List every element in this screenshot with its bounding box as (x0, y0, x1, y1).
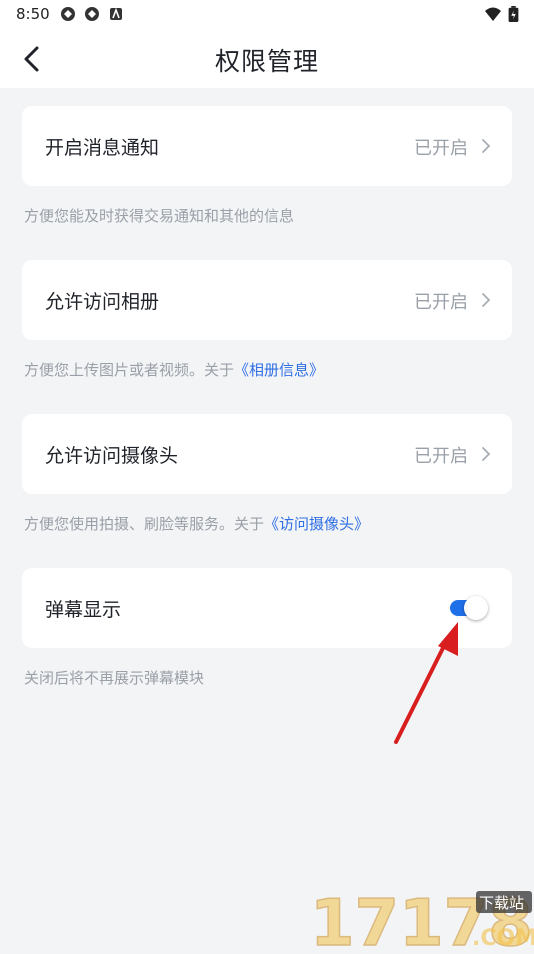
camera-permission-row[interactable]: 允许访问摄像头 已开启 (22, 414, 512, 494)
notification-hint: 方便您能及时获得交易通知和其他的信息 (24, 207, 295, 225)
svg-text:.COM: .COM (472, 926, 534, 950)
danmaku-hint: 关闭后将不再展示弹幕模块 (24, 669, 205, 687)
status-time: 8:50 (16, 5, 50, 23)
row-label: 弹幕显示 (45, 599, 122, 621)
annotation-arrow-icon (394, 622, 458, 744)
row-status: 已开启 (414, 292, 468, 313)
row-label: 允许访问摄像头 (45, 445, 179, 467)
camera-info-link[interactable]: 《访问摄像头》 (264, 515, 369, 533)
chevron-right-icon (482, 447, 491, 461)
wifi-icon (485, 7, 501, 21)
status-bar: 8:50 (0, 0, 534, 30)
album-hint: 方便您上传图片或者视频。关于《相册信息》 (24, 359, 324, 380)
battery-icon (508, 6, 519, 22)
row-label: 开启消息通知 (45, 137, 160, 159)
hint-text: 方便您使用拍摄、刷脸等服务。关于 (24, 515, 265, 533)
album-info-link[interactable]: 《相册信息》 (234, 361, 324, 379)
app-notification-icon (110, 7, 122, 20)
sync-icon (61, 7, 75, 21)
chevron-right-icon (482, 139, 491, 153)
page-title: 权限管理 (214, 47, 319, 76)
app-header: 权限管理 (0, 30, 534, 88)
album-permission-row[interactable]: 允许访问相册 已开启 (22, 260, 512, 340)
row-status: 已开启 (414, 446, 468, 467)
hint-text: 方便您上传图片或者视频。关于 (24, 361, 235, 379)
row-status: 已开启 (414, 138, 468, 159)
row-label: 允许访问相册 (45, 291, 160, 313)
svg-text:下载站: 下载站 (479, 894, 524, 912)
chevron-right-icon (482, 293, 491, 307)
camera-hint: 方便您使用拍摄、刷脸等服务。关于《访问摄像头》 (24, 513, 369, 534)
watermark-logo: 17178 下载站 .COM (309, 886, 534, 954)
notification-permission-row[interactable]: 开启消息通知 已开启 (22, 106, 512, 186)
sync-icon (85, 7, 99, 21)
site-watermark: 17178 下载站 .COM (306, 885, 534, 954)
